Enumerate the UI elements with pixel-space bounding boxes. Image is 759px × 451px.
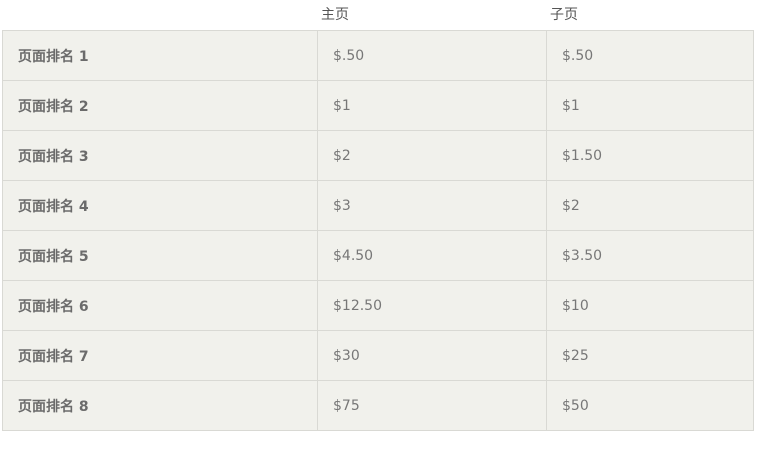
pagerank-price-table: 页面排名 1 $.50 $.50 页面排名 2 $1 $1 页面排名 3 $2 … bbox=[2, 30, 754, 431]
sub-page-price-cell: $50 bbox=[546, 380, 754, 431]
main-page-price-cell: $75 bbox=[317, 380, 547, 431]
main-page-price-cell: $30 bbox=[317, 330, 547, 381]
main-page-price-cell: $12.50 bbox=[317, 280, 547, 331]
main-page-price-cell: $3 bbox=[317, 180, 547, 231]
main-page-price-cell: $1 bbox=[317, 80, 547, 131]
column-header-main-page: 主页 bbox=[321, 7, 349, 23]
rank-cell: 页面排名 5 bbox=[2, 230, 318, 281]
sub-page-price-cell: $1 bbox=[546, 80, 754, 131]
rank-cell: 页面排名 6 bbox=[2, 280, 318, 331]
rank-cell: 页面排名 8 bbox=[2, 380, 318, 431]
table-header: 主页 子页 bbox=[0, 0, 759, 30]
main-page-price-cell: $2 bbox=[317, 130, 547, 181]
table-row: 页面排名 4 $3 $2 bbox=[2, 180, 754, 231]
rank-cell: 页面排名 2 bbox=[2, 80, 318, 131]
rank-cell: 页面排名 3 bbox=[2, 130, 318, 181]
main-page-price-cell: $4.50 bbox=[317, 230, 547, 281]
table-row: 页面排名 8 $75 $50 bbox=[2, 380, 754, 431]
table-row: 页面排名 3 $2 $1.50 bbox=[2, 130, 754, 181]
main-page-price-cell: $.50 bbox=[317, 30, 547, 81]
sub-page-price-cell: $2 bbox=[546, 180, 754, 231]
table-row: 页面排名 1 $.50 $.50 bbox=[2, 30, 754, 81]
sub-page-price-cell: $25 bbox=[546, 330, 754, 381]
table-row: 页面排名 6 $12.50 $10 bbox=[2, 280, 754, 331]
sub-page-price-cell: $1.50 bbox=[546, 130, 754, 181]
rank-cell: 页面排名 4 bbox=[2, 180, 318, 231]
table-row: 页面排名 2 $1 $1 bbox=[2, 80, 754, 131]
table-row: 页面排名 5 $4.50 $3.50 bbox=[2, 230, 754, 281]
sub-page-price-cell: $10 bbox=[546, 280, 754, 331]
column-header-sub-page: 子页 bbox=[550, 7, 578, 23]
table-row: 页面排名 7 $30 $25 bbox=[2, 330, 754, 381]
rank-cell: 页面排名 1 bbox=[2, 30, 318, 81]
sub-page-price-cell: $3.50 bbox=[546, 230, 754, 281]
rank-cell: 页面排名 7 bbox=[2, 330, 318, 381]
sub-page-price-cell: $.50 bbox=[546, 30, 754, 81]
